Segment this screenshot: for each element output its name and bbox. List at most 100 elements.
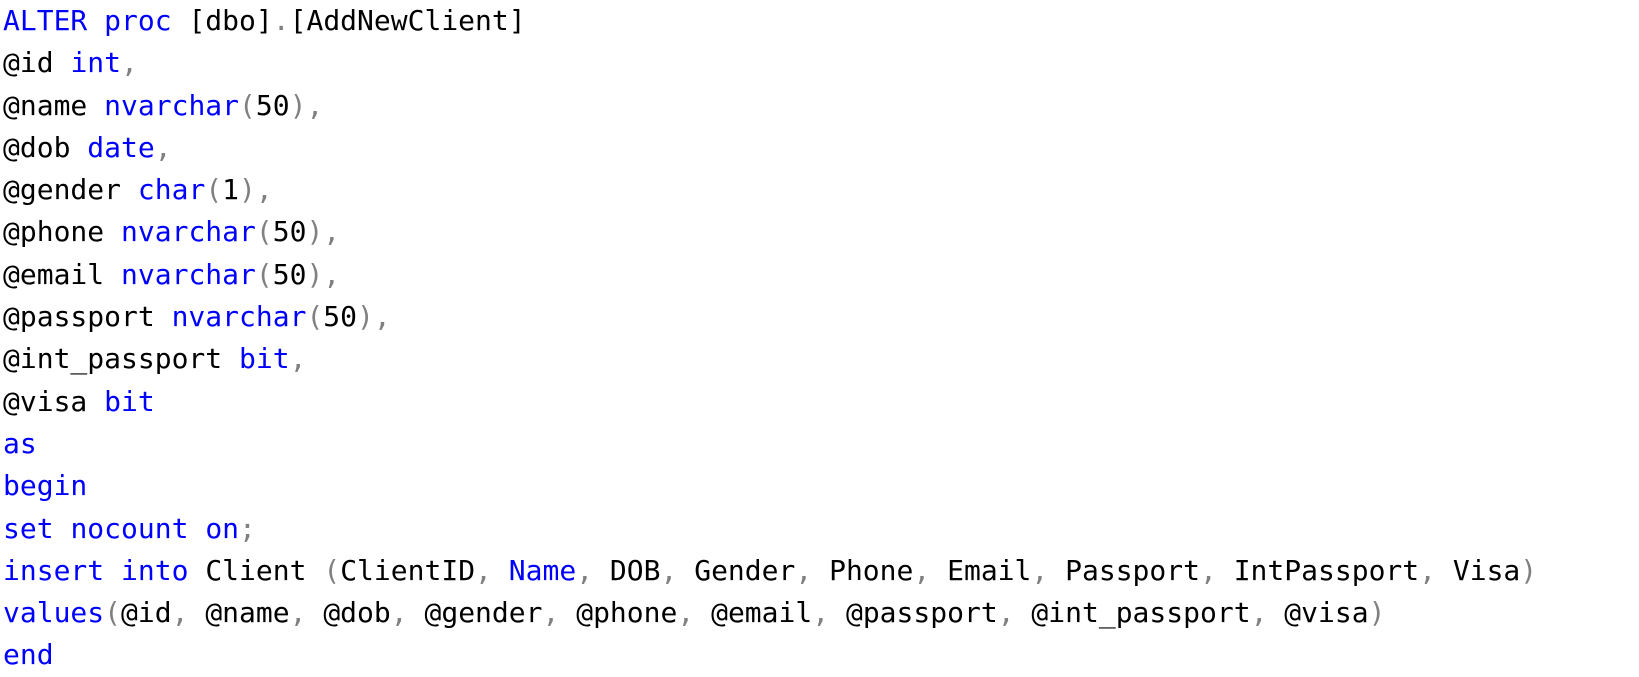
sql-keyword-token: nocount [70, 511, 189, 545]
code-line[interactable]: @dob date, [3, 127, 1639, 169]
sql-punctuation-token: , [289, 596, 324, 630]
code-line[interactable]: values(@id, @name, @dob, @gender, @phone… [3, 592, 1639, 634]
sql-identifier-token [172, 4, 189, 37]
sql-identifier-token: @passport [845, 596, 998, 630]
sql-punctuation-token: ( [239, 88, 256, 122]
sql-identifier-token [104, 215, 121, 248]
code-line[interactable]: @passport nvarchar(50), [3, 296, 1639, 338]
sql-identifier-token [54, 512, 71, 545]
sql-identifier-token: @id [3, 46, 54, 80]
code-line[interactable]: @visa bit [3, 381, 1639, 423]
sql-identifier-token [87, 4, 104, 37]
sql-identifier-token [188, 554, 205, 587]
sql-keyword-token: set [3, 511, 54, 545]
sql-identifier-token: @phone [576, 596, 678, 630]
sql-keyword-token: begin [3, 469, 88, 503]
sql-keyword-token: nvarchar [121, 257, 256, 291]
sql-identifier-token: 50 [272, 257, 307, 291]
sql-punctuation-token: , [1250, 596, 1285, 630]
sql-punctuation-token: , [812, 596, 846, 630]
sql-identifier-token: Email [947, 553, 1032, 587]
code-line[interactable]: as [3, 423, 1639, 465]
sql-identifier-token: Gender [694, 553, 796, 587]
sql-identifier-token: @passport [3, 300, 155, 334]
sql-punctuation-token: ( [205, 173, 223, 207]
sql-identifier-token: @name [205, 596, 290, 630]
sql-keyword-token: bit [104, 384, 155, 418]
sql-punctuation-token: , [171, 596, 206, 630]
sql-identifier-token: @email [3, 257, 105, 291]
sql-identifier-token: [AddNewClient] [289, 4, 526, 37]
sql-punctuation-token: ; [239, 511, 256, 545]
sql-identifier-token: 50 [272, 215, 307, 249]
sql-keyword-token: date [87, 130, 155, 164]
sql-punctuation-token: ( [323, 553, 341, 587]
sql-keyword-token: as [3, 426, 37, 460]
sql-punctuation-token: ( [255, 215, 273, 249]
sql-punctuation-token: , [913, 553, 948, 587]
sql-identifier-token: [dbo] [188, 4, 273, 37]
code-line[interactable]: @gender char(1), [3, 169, 1639, 211]
sql-identifier-token: DOB [609, 553, 661, 587]
sql-identifier-token: @email [711, 596, 813, 630]
code-line[interactable]: ALTER proc [dbo].[AddNewClient] [3, 0, 1639, 42]
sql-keyword-token: values [3, 596, 105, 630]
code-line[interactable]: end [3, 634, 1639, 676]
sql-keyword-token: nvarchar [171, 300, 307, 334]
code-line[interactable]: @email nvarchar(50), [3, 254, 1639, 296]
sql-punctuation-token: ( [306, 300, 324, 334]
sql-identifier-token: 1 [222, 173, 240, 207]
sql-identifier-token: IntPassport [1233, 553, 1420, 587]
sql-punctuation-token: , [576, 553, 610, 587]
code-line[interactable]: @id int, [3, 42, 1639, 84]
sql-identifier-token: Phone [829, 553, 914, 587]
sql-keyword-token: ALTER [3, 4, 88, 37]
sql-punctuation-token: ), [306, 215, 341, 249]
sql-identifier-token [188, 512, 205, 545]
sql-identifier-token [306, 554, 323, 587]
sql-punctuation-token: ), [306, 257, 341, 291]
sql-punctuation-token: , [154, 130, 172, 164]
sql-identifier-token [104, 554, 121, 587]
sql-identifier-token: @visa [3, 384, 88, 418]
sql-identifier-token: Visa [1452, 553, 1521, 587]
sql-punctuation-token: . [272, 4, 290, 37]
sql-punctuation-token: ), [289, 88, 324, 122]
sql-punctuation-token: ), [357, 300, 391, 334]
sql-punctuation-token: , [390, 596, 425, 630]
sql-punctuation-token: , [660, 553, 695, 587]
sql-identifier-token [155, 300, 172, 333]
sql-punctuation-token: , [1199, 553, 1234, 587]
sql-identifier-token: 50 [255, 88, 290, 122]
code-line[interactable]: insert into Client (ClientID, Name, DOB,… [3, 550, 1639, 592]
sql-identifier-token: @int_passport [3, 342, 223, 376]
sql-punctuation-token: , [542, 596, 577, 630]
sql-keyword-token: into [121, 553, 189, 587]
code-line[interactable]: @phone nvarchar(50), [3, 211, 1639, 253]
sql-identifier-token: @id [121, 596, 172, 630]
sql-identifier-token [87, 385, 104, 418]
sql-identifier-token [87, 89, 104, 122]
sql-punctuation-token: , [289, 342, 307, 376]
sql-identifier-token: 50 [323, 300, 358, 334]
code-line[interactable]: @int_passport bit, [3, 338, 1639, 380]
sql-identifier-token: @name [3, 88, 88, 122]
sql-keyword-token: Name [508, 553, 577, 587]
sql-code-editor[interactable]: ALTER proc [dbo].[AddNewClient] @id int, @… [3, 0, 1639, 672]
code-line[interactable]: set nocount on; [3, 508, 1639, 550]
sql-keyword-token: insert [3, 553, 105, 587]
sql-identifier-token: @gender [424, 596, 543, 630]
sql-identifier-token [121, 173, 138, 206]
sql-punctuation-token: , [121, 46, 138, 80]
sql-identifier-token [222, 342, 239, 375]
sql-keyword-token: bit [239, 342, 290, 376]
sql-identifier-token [54, 46, 71, 79]
sql-keyword-token: nvarchar [104, 88, 240, 122]
sql-punctuation-token: ) [1520, 553, 1538, 587]
code-line[interactable]: @name nvarchar(50), [3, 85, 1639, 127]
sql-punctuation-token: , [795, 553, 830, 587]
sql-punctuation-token: ( [255, 257, 273, 291]
sql-identifier-token: @dob [323, 596, 391, 630]
sql-keyword-token: on [205, 511, 240, 545]
code-line[interactable]: begin [3, 465, 1639, 507]
